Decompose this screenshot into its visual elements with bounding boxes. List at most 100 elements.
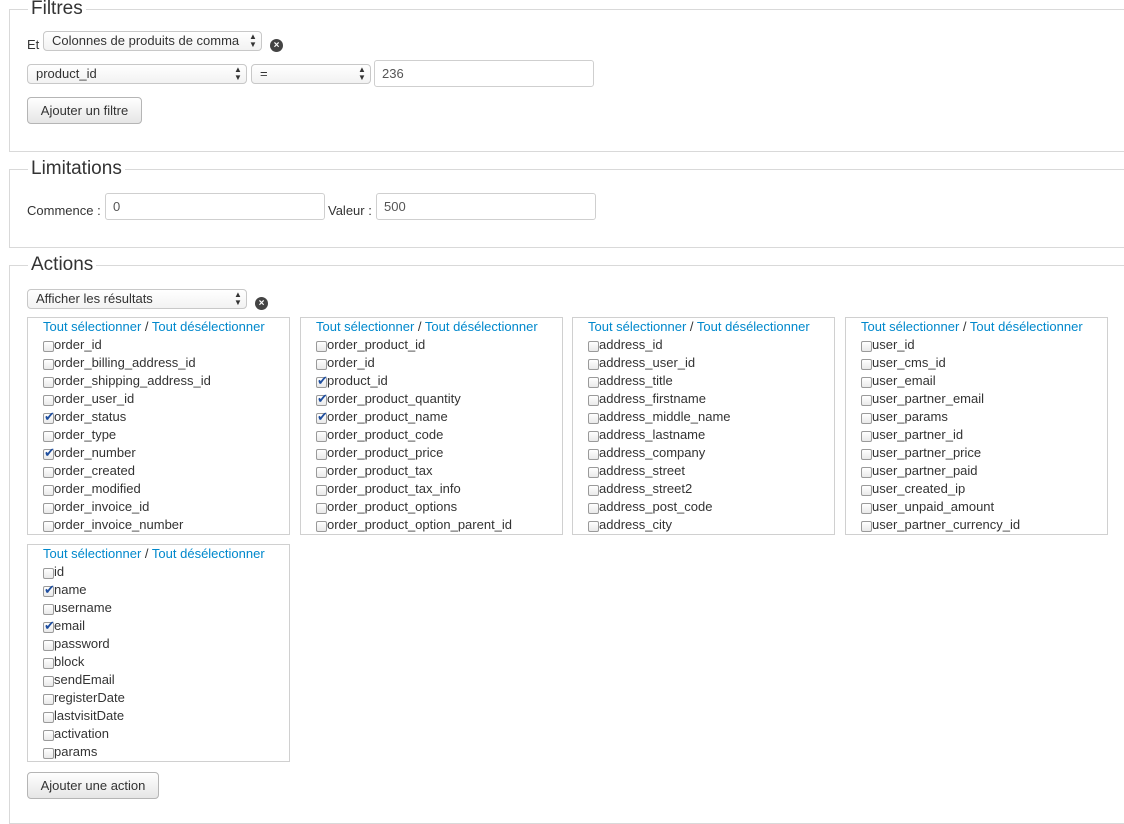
column-checkbox[interactable] [861, 431, 872, 442]
column-box: Tout sélectionner / Tout désélectionner a… [572, 317, 835, 535]
column-checkbox[interactable] [588, 431, 599, 442]
column-option: address_id [588, 337, 663, 355]
filter-operator-select-value: = [260, 66, 268, 81]
column-checkbox[interactable] [43, 341, 54, 352]
column-checkbox[interactable] [43, 395, 54, 406]
column-checkbox[interactable] [316, 373, 328, 389]
select-all-link[interactable]: Tout sélectionner [43, 319, 141, 334]
column-checkbox[interactable] [43, 409, 55, 425]
column-checkbox[interactable] [43, 521, 54, 532]
column-option: params [43, 744, 97, 761]
column-checkbox[interactable] [861, 503, 872, 514]
column-checkbox[interactable] [43, 582, 55, 598]
column-checkbox[interactable] [316, 467, 327, 478]
column-checkbox[interactable] [861, 395, 872, 406]
column-checkbox[interactable] [316, 359, 327, 370]
column-checkbox[interactable] [588, 377, 599, 388]
column-option: block [43, 654, 84, 672]
deselect-all-link[interactable]: Tout désélectionner [425, 319, 538, 334]
column-checkbox[interactable] [588, 503, 599, 514]
select-all-link[interactable]: Tout sélectionner [861, 319, 959, 334]
column-option-label: order_product_name [327, 409, 448, 424]
limit-value-input[interactable]: 500 [376, 193, 596, 220]
column-checkbox[interactable] [316, 431, 327, 442]
column-checkbox[interactable] [588, 413, 599, 424]
column-checkbox[interactable] [43, 618, 55, 634]
column-checkbox[interactable] [43, 748, 54, 759]
column-checkbox[interactable] [588, 449, 599, 460]
column-checkbox[interactable] [861, 359, 872, 370]
column-checkbox[interactable] [43, 676, 54, 687]
deselect-all-link[interactable]: Tout désélectionner [970, 319, 1083, 334]
deselect-all-link[interactable]: Tout désélectionner [152, 319, 265, 334]
column-checkbox[interactable] [43, 445, 55, 461]
column-checkbox[interactable] [43, 485, 54, 496]
column-checkbox[interactable] [861, 521, 872, 532]
column-checkbox[interactable] [316, 409, 328, 425]
column-option-label: order_product_options [327, 499, 458, 514]
column-checkbox[interactable] [588, 359, 599, 370]
remove-action-icon[interactable]: × [255, 297, 268, 310]
select-arrows-icon: ▲ ▼ [358, 65, 366, 82]
column-checkbox[interactable] [43, 568, 54, 579]
column-checkbox[interactable] [43, 730, 54, 741]
add-action-button[interactable]: Ajouter une action [27, 772, 159, 799]
column-checkbox[interactable] [861, 377, 872, 388]
start-input[interactable]: 0 [105, 193, 325, 220]
column-option-label: email [54, 618, 86, 633]
deselect-all-link[interactable]: Tout désélectionner [697, 319, 810, 334]
action-type-select[interactable]: Afficher les résultats ▲ ▼ [27, 289, 247, 309]
column-option-label: order_id [327, 355, 375, 370]
column-checkbox[interactable] [861, 449, 872, 460]
column-option: address_title [588, 373, 673, 391]
column-option-label: user_partner_email [872, 391, 985, 406]
column-option: address_middle_name [588, 409, 731, 427]
column-option: user_email [861, 373, 936, 391]
action-type-select-value: Afficher les résultats [36, 291, 153, 306]
column-checkbox[interactable] [43, 467, 54, 478]
column-group-select-value: Colonnes de produits de comma [52, 33, 240, 48]
column-checkbox[interactable] [43, 640, 54, 651]
column-checkbox[interactable] [43, 377, 54, 388]
column-option: order_number [43, 445, 136, 463]
value-label: Valeur : [328, 203, 372, 218]
column-checkbox[interactable] [861, 341, 872, 352]
select-all-link[interactable]: Tout sélectionner [316, 319, 414, 334]
remove-filter-group-icon[interactable]: × [270, 39, 283, 52]
column-checkbox[interactable] [43, 431, 54, 442]
column-checkbox[interactable] [316, 503, 327, 514]
column-box: Tout sélectionner / Tout désélectionner u… [845, 317, 1108, 535]
column-option-label: order_user_id [54, 391, 135, 406]
select-all-link[interactable]: Tout sélectionner [43, 546, 141, 561]
column-checkbox[interactable] [43, 712, 54, 723]
column-checkbox[interactable] [316, 449, 327, 460]
filter-field-select[interactable]: product_id ▲ ▼ [27, 64, 247, 84]
column-checkbox[interactable] [43, 359, 54, 370]
column-checkbox[interactable] [316, 391, 328, 407]
column-checkbox[interactable] [43, 658, 54, 669]
filter-value-input[interactable]: 236 [374, 60, 594, 87]
add-filter-button[interactable]: Ajouter un filtre [27, 97, 142, 124]
column-checkbox[interactable] [43, 604, 54, 615]
column-checkbox[interactable] [43, 503, 54, 514]
filter-operator-select[interactable]: = ▲ ▼ [251, 64, 371, 84]
column-checkbox[interactable] [588, 395, 599, 406]
column-checkbox[interactable] [316, 521, 327, 532]
column-checkbox[interactable] [316, 485, 327, 496]
column-checkbox[interactable] [588, 485, 599, 496]
column-option: order_invoice_number [43, 517, 183, 534]
column-checkbox[interactable] [588, 467, 599, 478]
column-checkbox[interactable] [43, 694, 54, 705]
deselect-all-link[interactable]: Tout désélectionner [152, 546, 265, 561]
column-option-label: user_params [872, 409, 948, 424]
column-checkbox[interactable] [316, 341, 327, 352]
column-checkbox[interactable] [861, 467, 872, 478]
column-checkbox[interactable] [588, 521, 599, 532]
column-checkbox[interactable] [861, 413, 872, 424]
select-all-link[interactable]: Tout sélectionner [588, 319, 686, 334]
column-option: order_product_price [316, 445, 443, 463]
column-checkbox[interactable] [861, 485, 872, 496]
column-checkbox[interactable] [588, 341, 599, 352]
column-group-select[interactable]: Colonnes de produits de comma ▲ ▼ [43, 31, 262, 51]
column-option: order_id [316, 355, 375, 373]
